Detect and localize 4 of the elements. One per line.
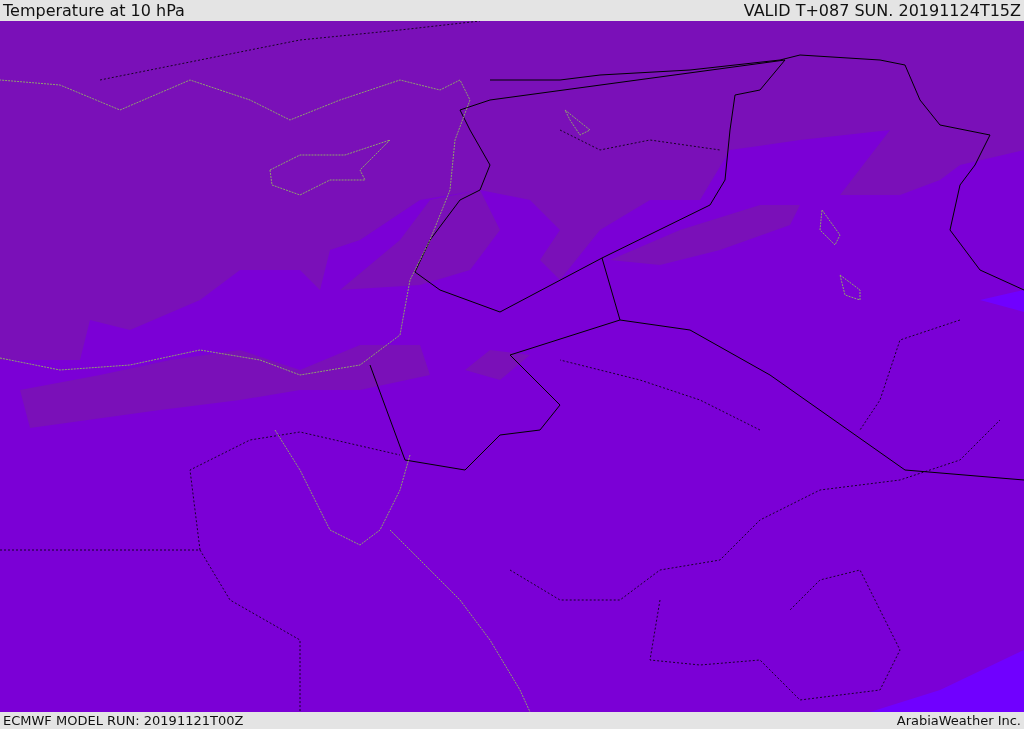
credit: ArabiaWeather Inc. xyxy=(896,713,1021,728)
map-title: Temperature at 10 hPa xyxy=(3,1,185,20)
valid-time: VALID T+087 SUN. 20191124T15Z xyxy=(743,1,1021,20)
model-run: ECMWF MODEL RUN: 20191121T00Z xyxy=(3,713,244,728)
